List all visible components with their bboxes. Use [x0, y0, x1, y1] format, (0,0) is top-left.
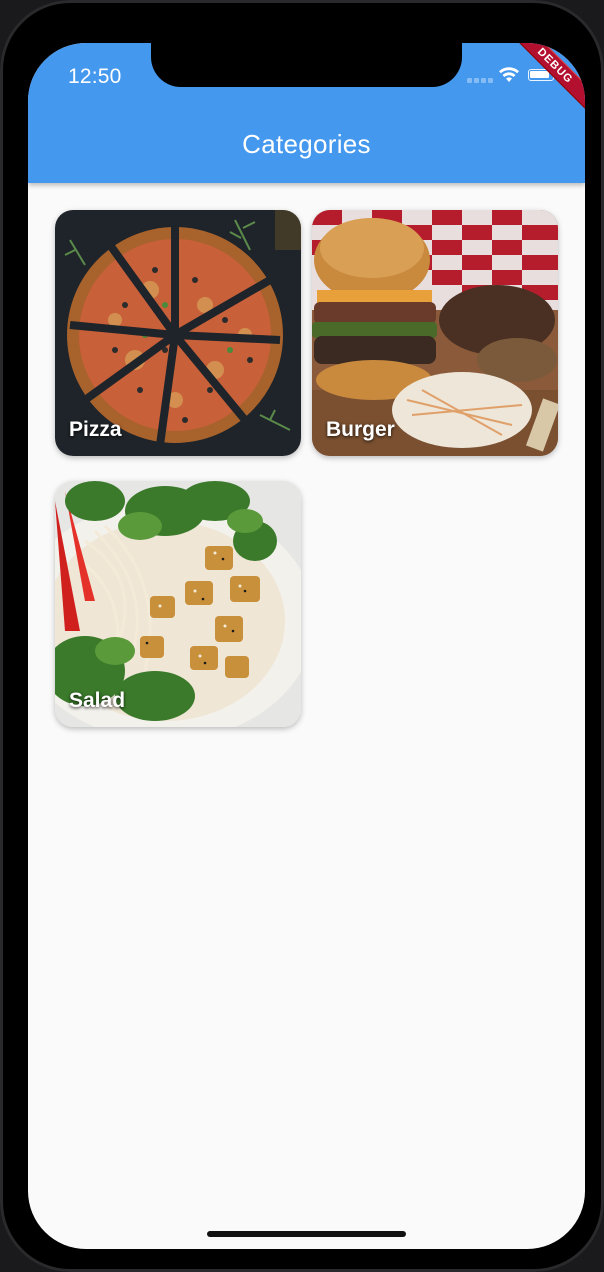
category-card-burger[interactable]: Burger	[312, 210, 558, 456]
category-card-salad[interactable]: Salad	[55, 481, 301, 727]
category-card-pizza[interactable]: Pizza	[55, 210, 301, 456]
page-title: Categories	[242, 129, 371, 159]
wifi-icon	[499, 67, 519, 82]
app-screen: 12:50 DEBUG Categories Pizza Burger Sala…	[28, 43, 585, 1249]
category-label: Burger	[326, 418, 395, 441]
home-indicator[interactable]	[207, 1231, 406, 1237]
category-grid: Pizza Burger Salad	[28, 183, 585, 1183]
category-label: Salad	[69, 689, 126, 712]
category-label: Pizza	[69, 418, 122, 441]
app-bar: 12:50 DEBUG Categories	[28, 43, 585, 183]
device-notch	[151, 43, 462, 87]
status-time: 12:50	[68, 65, 122, 88]
cellular-signal-icon	[467, 78, 493, 84]
phone-frame: 12:50 DEBUG Categories Pizza Burger Sala…	[0, 0, 604, 1272]
